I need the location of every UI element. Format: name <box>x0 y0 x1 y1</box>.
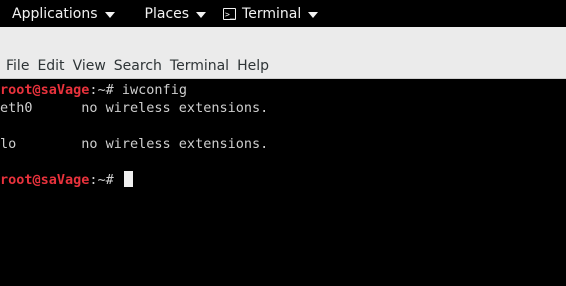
menu-terminal[interactable]: Terminal <box>164 58 235 74</box>
places-menu[interactable]: Places <box>145 0 207 27</box>
applications-label: Applications <box>12 5 98 22</box>
output-line: eth0 no wireless extensions. <box>0 100 269 116</box>
chevron-down-icon <box>308 11 319 18</box>
window-titlebar[interactable] <box>0 27 566 54</box>
prompt-user: root@saVage <box>0 172 90 188</box>
menu-help[interactable]: Help <box>231 58 275 74</box>
places-label: Places <box>144 5 190 22</box>
command-text: iwconfig <box>121 82 187 98</box>
menu-search[interactable]: Search <box>108 58 168 74</box>
terminal-view[interactable]: root@saVage:~# iwconfig eth0 no wireless… <box>0 79 566 286</box>
menu-bar: File Edit View Search Terminal Help <box>0 54 566 79</box>
prompt-path: :~# <box>89 172 122 188</box>
chevron-down-icon <box>104 11 115 18</box>
terminal-icon: >_ <box>223 7 237 20</box>
terminal-app-menu[interactable]: >_ Terminal <box>223 0 319 27</box>
prompt-user: root@saVage <box>0 82 90 98</box>
menu-view[interactable]: View <box>67 58 112 74</box>
terminal-app-label: Terminal <box>242 5 302 22</box>
applications-menu[interactable]: Applications <box>12 0 115 27</box>
menu-edit[interactable]: Edit <box>31 58 70 74</box>
chevron-down-icon <box>196 11 207 18</box>
menu-file[interactable]: File <box>0 58 35 74</box>
current-prompt-line: root@saVage:~# <box>0 171 566 189</box>
text-cursor <box>123 171 133 187</box>
command-line: root@saVage:~# iwconfig <box>0 81 566 99</box>
top-panel: Applications Places >_ Terminal <box>0 0 566 27</box>
output-line: lo no wireless extensions. <box>0 136 269 152</box>
prompt-path: :~# <box>89 82 122 98</box>
